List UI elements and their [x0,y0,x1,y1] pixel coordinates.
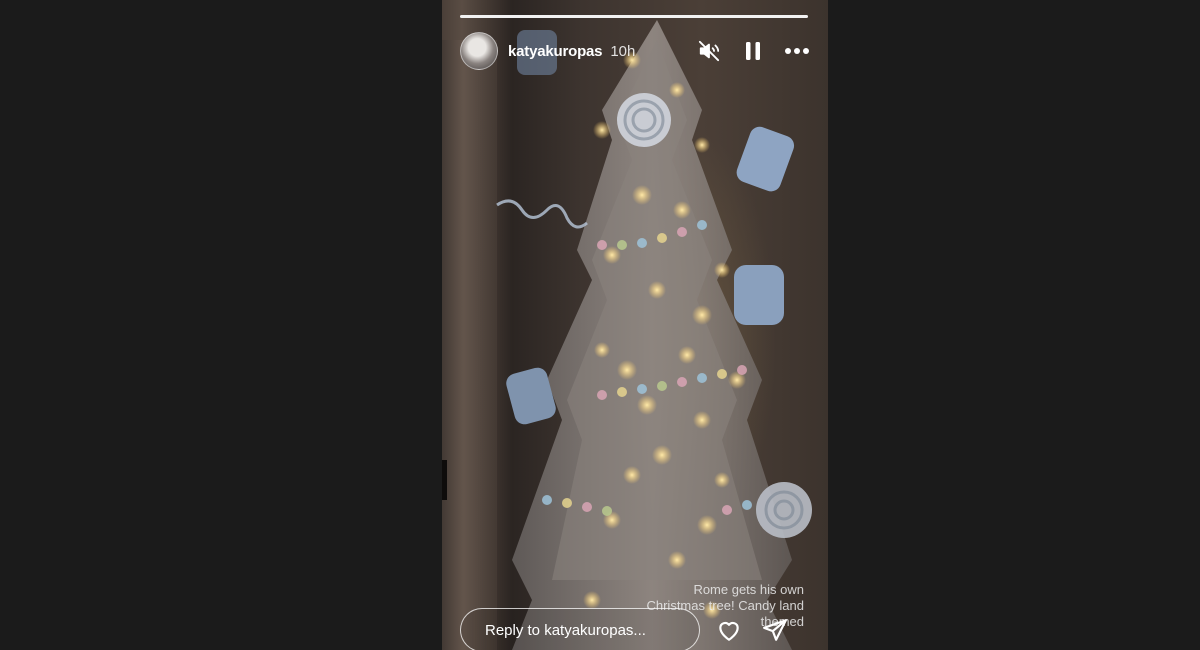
footer-actions [716,617,788,643]
post-time: 10h [610,42,636,60]
story-progress-fill [460,15,808,18]
username[interactable]: katyakuropas [508,43,603,60]
avatar[interactable] [460,32,498,70]
pause-icon[interactable] [740,38,766,64]
story-progress-bar [460,15,808,18]
heart-icon[interactable] [716,617,742,643]
story-viewer[interactable]: katyakuropas 10h Rome gets his own Chris… [442,0,828,650]
reply-input[interactable] [460,608,700,650]
story-header: katyakuropas 10h [460,32,810,70]
door-hinge [442,460,447,500]
send-icon[interactable] [762,617,788,643]
christmas-tree-photo [496,20,812,650]
more-horizontal-icon[interactable] [784,38,810,64]
speaker-muted-icon[interactable] [696,38,722,64]
header-controls [696,38,810,64]
story-footer [460,607,806,650]
